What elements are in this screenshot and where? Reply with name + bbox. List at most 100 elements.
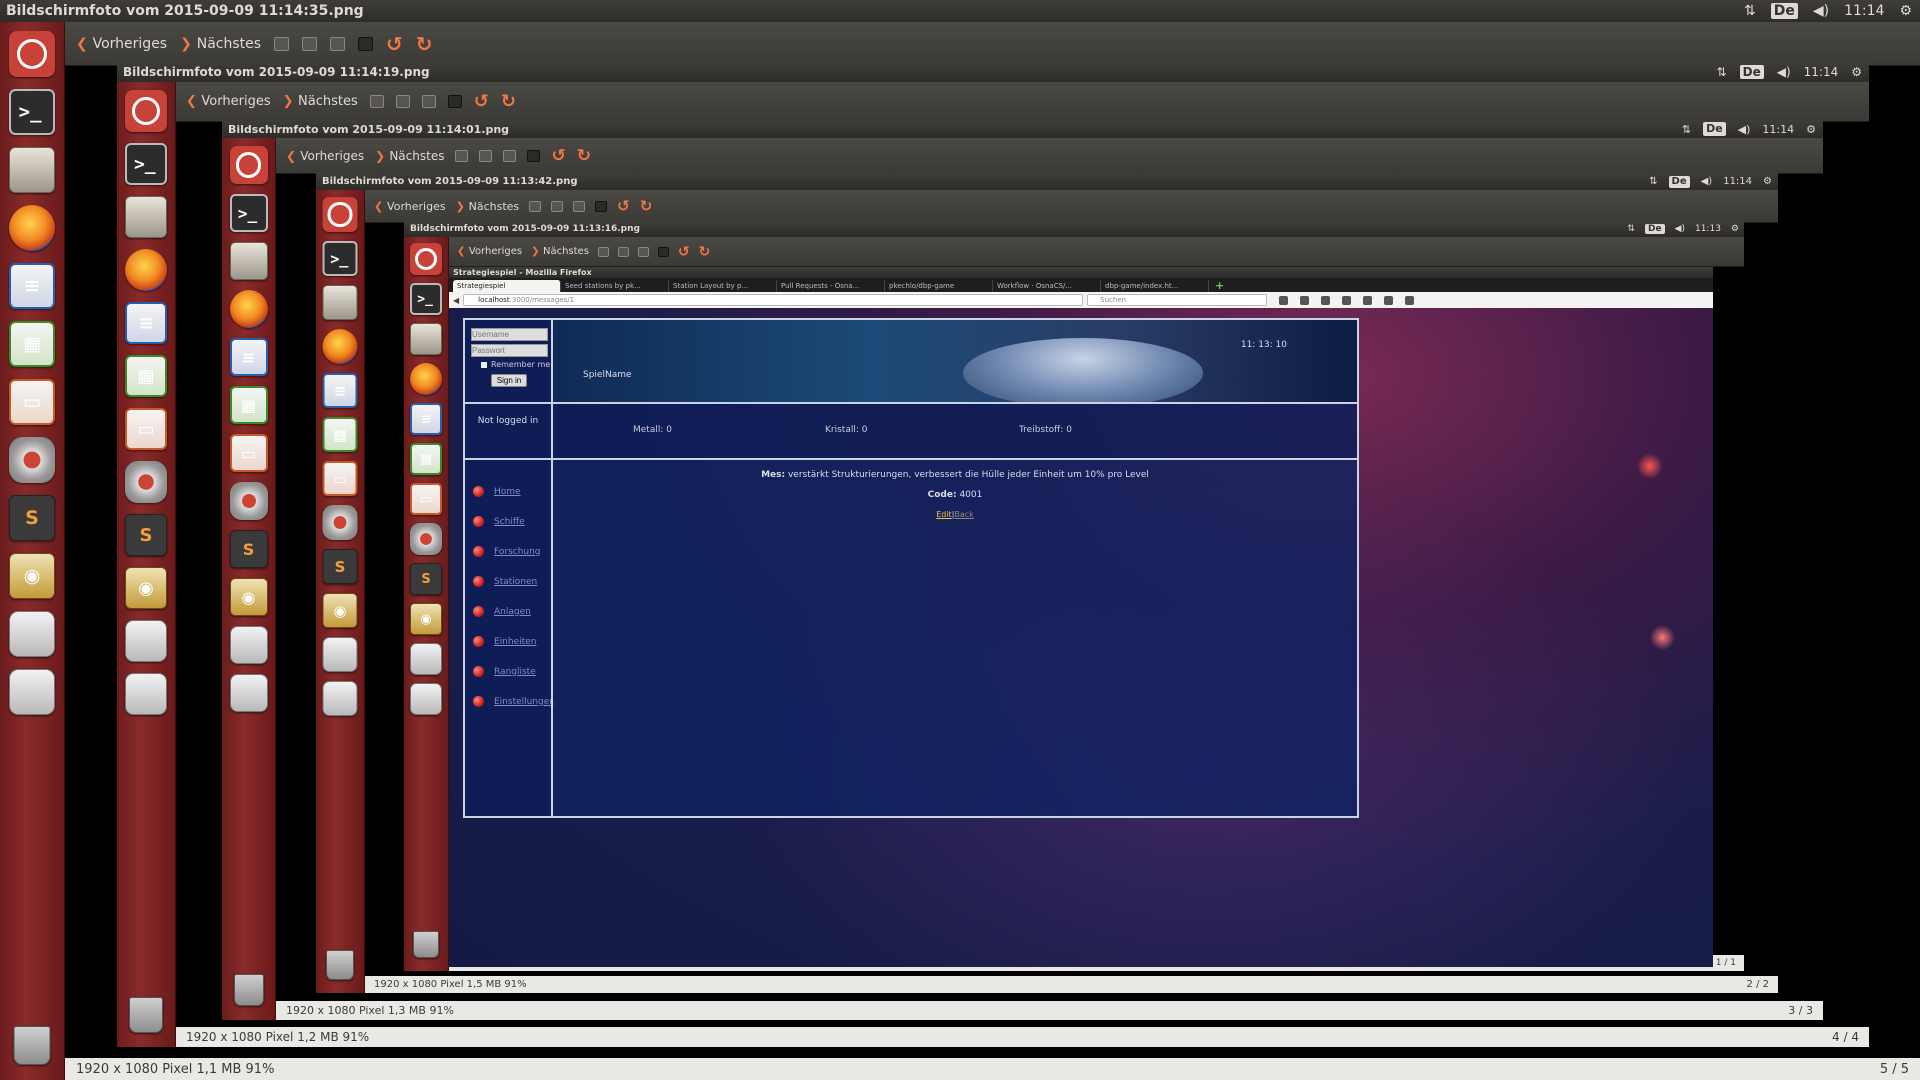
pocket-icon[interactable] — [1321, 295, 1331, 305]
menu-icon[interactable] — [1405, 295, 1415, 305]
settings-icon[interactable] — [229, 482, 268, 520]
volume-icon[interactable]: ◀) — [1701, 176, 1713, 187]
nav-link[interactable]: Rangliste — [494, 667, 536, 677]
rotate-right-icon[interactable]: ↻ — [416, 32, 433, 56]
calc-icon[interactable]: ▦ — [9, 321, 55, 367]
nav-item-home[interactable]: Home — [473, 486, 521, 497]
image-viewer-icon[interactable]: ◉ — [322, 593, 358, 628]
drive-icon[interactable] — [9, 611, 55, 657]
zoom-out-icon[interactable] — [302, 36, 318, 51]
nav-item-rangliste[interactable]: Rangliste — [473, 666, 536, 677]
previous-button[interactable]: ❮ Vorheriges — [374, 200, 446, 213]
sign-in-button[interactable]: Sign in — [491, 374, 527, 387]
image-viewer-icon[interactable]: ◉ — [9, 553, 55, 599]
nav-item-schiffe[interactable]: Schiffe — [473, 516, 525, 527]
firefox-icon[interactable] — [229, 290, 268, 328]
rotate-right-icon[interactable]: ↻ — [577, 146, 591, 166]
terminal-icon[interactable]: >_ — [229, 194, 268, 232]
zoom-fit-icon[interactable] — [527, 149, 541, 162]
calc-icon[interactable]: ▦ — [410, 443, 442, 475]
trash-icon[interactable] — [413, 931, 439, 958]
nav-link[interactable]: Einstellungen — [494, 697, 555, 707]
keyboard-layout-indicator[interactable]: De — [1644, 223, 1665, 235]
settings-icon[interactable] — [322, 505, 358, 540]
browser-tab[interactable]: Strategiespiel — [453, 280, 561, 292]
network-icon[interactable]: ⇅ — [1717, 65, 1727, 79]
files-icon[interactable] — [322, 285, 358, 320]
edit-link[interactable]: Edit — [936, 510, 952, 519]
writer-icon[interactable]: ≡ — [9, 263, 55, 309]
writer-icon[interactable]: ≡ — [229, 338, 268, 376]
zoom-normal-icon[interactable] — [330, 36, 346, 51]
writer-icon[interactable]: ≡ — [410, 403, 442, 435]
calc-icon[interactable]: ▦ — [125, 355, 167, 397]
clock[interactable]: 11:14 — [1844, 3, 1884, 19]
nav-item-einheiten[interactable]: Einheiten — [473, 636, 536, 647]
drive-icon[interactable] — [322, 681, 358, 716]
dash-home-icon[interactable] — [9, 31, 55, 77]
network-icon[interactable]: ⇅ — [1682, 123, 1691, 136]
zoom-in-icon[interactable] — [529, 200, 542, 212]
nav-item-anlagen[interactable]: Anlagen — [473, 606, 531, 617]
nav-link[interactable]: Anlagen — [494, 607, 531, 617]
password-input[interactable] — [471, 344, 548, 357]
trash-icon[interactable] — [326, 950, 354, 980]
dash-home-icon[interactable] — [322, 197, 358, 232]
previous-button[interactable]: ❮ Vorheriges — [286, 149, 364, 163]
rotate-left-icon[interactable]: ↺ — [386, 32, 403, 56]
zoom-normal-icon[interactable] — [421, 95, 436, 108]
remember-me-checkbox[interactable] — [481, 362, 487, 368]
writer-icon[interactable]: ≡ — [125, 302, 167, 344]
home-icon[interactable] — [1363, 295, 1373, 305]
bookmark-star-icon[interactable] — [1279, 295, 1289, 305]
url-bar[interactable]: localhost:3000/messages/1 — [463, 294, 1084, 306]
firefox-icon[interactable] — [125, 249, 167, 291]
sublime-icon[interactable]: S — [125, 514, 167, 556]
new-tab-icon[interactable]: + — [1209, 279, 1230, 292]
nav-link[interactable]: Home — [494, 487, 521, 497]
trash-icon[interactable] — [13, 1026, 51, 1065]
previous-button[interactable]: ❮ Vorheriges — [186, 94, 271, 109]
nav-link[interactable]: Schiffe — [494, 517, 525, 527]
settings-icon[interactable] — [9, 437, 55, 483]
impress-icon[interactable]: ▭ — [9, 379, 55, 425]
calc-icon[interactable]: ▦ — [322, 417, 358, 452]
terminal-icon[interactable]: >_ — [9, 89, 55, 135]
drive-icon[interactable] — [410, 683, 442, 715]
zoom-out-icon[interactable] — [617, 246, 629, 257]
back-icon[interactable]: ◀ — [453, 296, 459, 305]
sublime-icon[interactable]: S — [410, 563, 442, 595]
files-icon[interactable] — [229, 242, 268, 280]
next-button[interactable]: ❯ Nächstes — [283, 94, 358, 109]
dash-home-icon[interactable] — [229, 146, 268, 184]
drive-icon[interactable] — [229, 674, 268, 712]
next-button[interactable]: ❯ Nächstes — [180, 36, 261, 52]
keyboard-layout-indicator[interactable]: De — [1770, 2, 1798, 20]
keyboard-layout-indicator[interactable]: De — [1668, 175, 1690, 188]
zoom-fit-icon[interactable] — [657, 246, 669, 257]
nav-item-forschung[interactable]: Forschung — [473, 546, 541, 557]
clock[interactable]: 11:13 — [1695, 224, 1721, 234]
zoom-out-icon[interactable] — [551, 200, 564, 212]
zoom-out-icon[interactable] — [479, 149, 493, 162]
network-icon[interactable]: ⇅ — [1744, 3, 1756, 19]
clock[interactable]: 11:14 — [1804, 65, 1839, 79]
impress-icon[interactable]: ▭ — [125, 408, 167, 450]
next-button[interactable]: ❯ Nächstes — [531, 246, 589, 257]
rotate-left-icon[interactable]: ↺ — [617, 197, 630, 215]
impress-icon[interactable]: ▭ — [322, 461, 358, 496]
volume-icon[interactable]: ◀) — [1675, 224, 1685, 234]
browser-tab[interactable]: Station Layout by p... — [669, 280, 777, 292]
clock[interactable]: 11:14 — [1762, 123, 1794, 136]
sublime-icon[interactable]: S — [322, 549, 358, 584]
clock[interactable]: 11:14 — [1723, 176, 1752, 187]
zoom-normal-icon[interactable] — [637, 246, 649, 257]
zoom-normal-icon[interactable] — [573, 200, 586, 212]
zoom-out-icon[interactable] — [395, 95, 410, 108]
session-gear-icon[interactable]: ⚙ — [1899, 3, 1912, 19]
trash-icon[interactable] — [233, 974, 264, 1006]
settings-icon[interactable] — [410, 523, 442, 555]
download-icon[interactable] — [1342, 295, 1352, 305]
calc-icon[interactable]: ▦ — [229, 386, 268, 424]
terminal-icon[interactable]: >_ — [410, 283, 442, 315]
